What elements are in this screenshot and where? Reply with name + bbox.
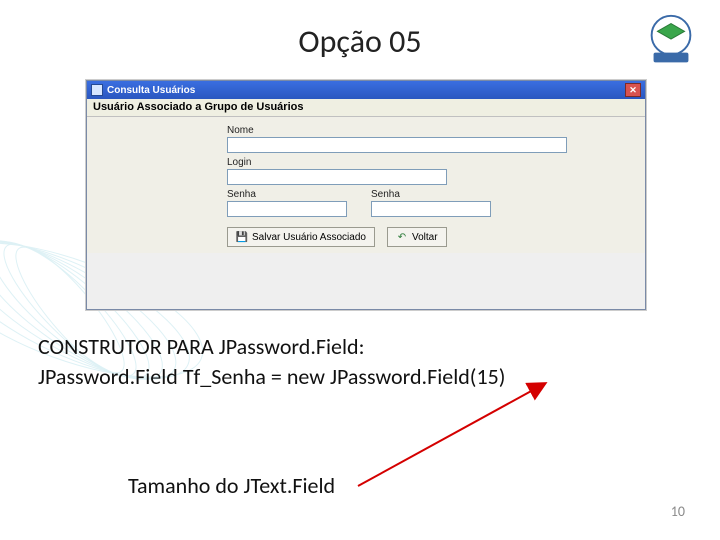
back-icon: ↶ [396,231,408,243]
close-icon[interactable]: ✕ [625,83,641,97]
annotation-arrow [348,378,568,498]
window-titlebar: Consulta Usuários ✕ [87,81,645,99]
dialog-window: Consulta Usuários ✕ Usuário Associado a … [86,80,646,310]
constructor-line1: CONSTRUTOR PARA JPassword.Field: [38,332,505,362]
senha-field[interactable] [227,201,347,217]
panel-title: Usuário Associado a Grupo de Usuários [87,99,645,117]
page-number: 10 [671,503,685,520]
constructor-line2: JPassword.Field Tf_Senha = new JPassword… [38,362,505,392]
login-field[interactable] [227,169,447,185]
institution-logo [640,10,702,72]
save-button-label: Salvar Usuário Associado [252,232,366,243]
constructor-text: CONSTRUTOR PARA JPassword.Field: JPasswo… [38,332,505,391]
senha-confirm-field[interactable] [371,201,491,217]
window-icon [91,84,103,96]
size-caption: Tamanho do JText.Field [128,472,335,499]
panel-body: Nome Login Senha Senha 💾 Salvar Usuár [87,117,645,253]
window-title: Consulta Usuários [107,85,195,96]
label-senha: Senha [227,189,347,200]
label-senha-confirm: Senha [371,189,491,200]
label-login: Login [227,157,447,168]
slide-title: Opção 05 [0,22,720,61]
back-button-label: Voltar [412,232,438,243]
save-icon: 💾 [236,231,248,243]
save-button[interactable]: 💾 Salvar Usuário Associado [227,227,375,247]
back-button[interactable]: ↶ Voltar [387,227,447,247]
nome-field[interactable] [227,137,567,153]
label-nome: Nome [227,125,567,136]
